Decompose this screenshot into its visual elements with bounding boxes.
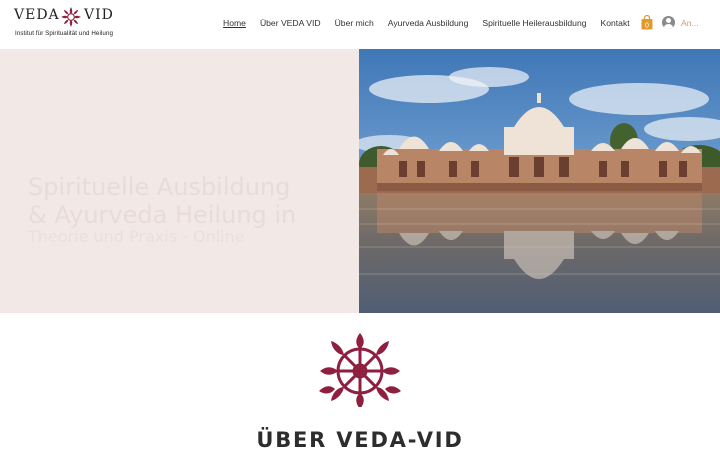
cart-button[interactable]: 0: [641, 14, 653, 30]
nav-item-ayurveda-training[interactable]: Ayurveda Ausbildung: [388, 18, 469, 28]
brand-logo[interactable]: VEDA VID Institut für Spiritualität und …: [14, 7, 114, 41]
hero-heading-line-1: Spirituelle Ausbildung: [28, 173, 291, 201]
hero-image: [359, 49, 720, 313]
login-label: An...: [681, 17, 699, 28]
main-navigation: Home Über VEDA VID Über mich Ayurveda Au…: [223, 18, 630, 28]
hero-heading-line-2: & Ayurveda Heilung in: [28, 201, 297, 229]
nav-item-about-veda-vid[interactable]: Über VEDA VID: [260, 18, 321, 28]
nav-item-contact[interactable]: Kontakt: [601, 18, 630, 28]
login-button[interactable]: An...: [662, 16, 699, 29]
temple-lake-image: [359, 49, 720, 313]
hero-text-panel: Spirituelle Ausbildung & Ayurveda Heilun…: [0, 49, 359, 313]
brand-name-right: VID: [84, 7, 114, 23]
hero-subheading: Theorie und Praxis - Online: [28, 227, 245, 246]
cart-count: 0: [645, 22, 649, 29]
nav-item-home[interactable]: Home: [223, 18, 246, 28]
shopping-bag-icon: 0: [641, 14, 653, 30]
brand-name-left: VEDA: [14, 7, 60, 23]
lotus-logo-icon: [61, 7, 81, 27]
nav-item-spiritual-healer-training[interactable]: Spirituelle Heilerausbildung: [482, 18, 586, 28]
brand-tagline: Institut für Spiritualität und Heilung: [15, 30, 114, 37]
user-avatar-icon: [662, 16, 675, 29]
dharma-wheel-icon: [319, 333, 401, 407]
nav-item-about-me[interactable]: Über mich: [335, 18, 374, 28]
about-section-title: ÜBER VEDA-VID: [256, 428, 464, 450]
site-header: VEDA VID Institut für Spiritualität und …: [0, 0, 720, 48]
hero-section: Spirituelle Ausbildung & Ayurveda Heilun…: [0, 49, 720, 313]
